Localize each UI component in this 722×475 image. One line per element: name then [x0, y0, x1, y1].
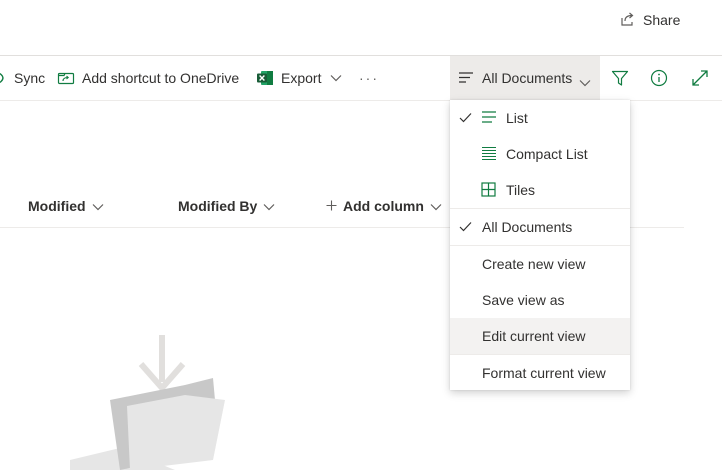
- chevron-down-icon: [263, 198, 275, 214]
- checkmark-icon: [459, 111, 472, 127]
- filter-button[interactable]: [611, 56, 629, 100]
- share-icon: [620, 11, 636, 30]
- add-shortcut-button[interactable]: Add shortcut to OneDrive: [57, 56, 239, 100]
- add-column-button[interactable]: Add column: [326, 196, 442, 216]
- menu-item-edit-current-view[interactable]: Edit current view: [450, 318, 630, 354]
- menu-item-label: Tiles: [506, 182, 536, 198]
- share-button[interactable]: Share: [620, 10, 680, 30]
- chevron-down-icon: [430, 198, 442, 214]
- add-shortcut-label: Add shortcut to OneDrive: [82, 70, 240, 86]
- menu-item-label: Compact List: [506, 146, 588, 162]
- column-header-label: Modified: [28, 198, 86, 214]
- chevron-down-icon: [579, 74, 591, 90]
- list-view-icon: [458, 71, 474, 87]
- menu-item-label: Edit current view: [482, 328, 586, 344]
- menu-item-compact-list[interactable]: Compact List: [450, 136, 630, 172]
- export-button[interactable]: Export: [257, 56, 342, 100]
- view-menu: List Compact List Tiles All Documents Cr…: [450, 100, 630, 390]
- menu-item-create-new-view[interactable]: Create new view: [450, 246, 630, 282]
- sync-icon: [0, 70, 8, 86]
- info-icon: [650, 69, 668, 87]
- share-label: Share: [643, 12, 681, 28]
- compact-list-icon: [481, 146, 497, 164]
- more-icon: ···: [359, 70, 379, 86]
- menu-item-all-documents[interactable]: All Documents: [450, 209, 630, 245]
- add-column-label: Add column: [343, 198, 424, 214]
- expand-icon: [691, 69, 709, 87]
- plus-icon: [326, 198, 337, 214]
- menu-item-label: All Documents: [482, 219, 573, 235]
- view-switcher-button[interactable]: All Documents: [450, 56, 600, 100]
- menu-item-label: Format current view: [482, 365, 606, 381]
- menu-item-label: Save view as: [482, 292, 565, 308]
- command-bar: Sync Add shortcut to OneDrive Export ···: [0, 56, 722, 100]
- add-shortcut-icon: [57, 70, 75, 86]
- excel-icon: [257, 70, 274, 86]
- menu-item-label: List: [506, 110, 528, 126]
- tiles-icon: [481, 182, 496, 200]
- column-header-modified[interactable]: Modified: [28, 196, 104, 216]
- more-button[interactable]: ···: [359, 56, 379, 100]
- sync-label: Sync: [14, 70, 46, 86]
- column-header-modified-by[interactable]: Modified By: [178, 196, 275, 216]
- menu-item-label: Create new view: [482, 256, 586, 272]
- top-bar: Share: [0, 0, 722, 55]
- view-switcher-label: All Documents: [482, 70, 573, 86]
- menu-item-save-view-as[interactable]: Save view as: [450, 282, 630, 318]
- empty-folder-illustration: [65, 330, 235, 475]
- list-icon: [481, 110, 497, 127]
- chevron-down-icon: [92, 198, 104, 214]
- menu-item-format-current-view[interactable]: Format current view: [450, 355, 630, 391]
- menu-item-list[interactable]: List: [450, 100, 630, 136]
- filter-icon: [611, 69, 629, 87]
- menu-item-tiles[interactable]: Tiles: [450, 172, 630, 208]
- export-label: Export: [281, 70, 322, 86]
- expand-button[interactable]: [691, 56, 709, 100]
- chevron-down-icon: [330, 74, 342, 82]
- checkmark-icon: [459, 220, 472, 236]
- column-header-label: Modified By: [178, 198, 258, 214]
- info-button[interactable]: [650, 56, 668, 100]
- sync-button[interactable]: Sync: [0, 56, 45, 100]
- arrow-down-icon: [138, 335, 186, 393]
